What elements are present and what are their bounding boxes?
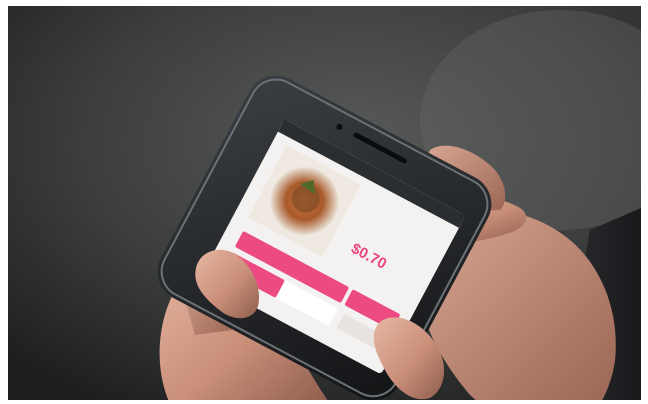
phone-in-hand-photo bbox=[0, 0, 648, 404]
image-border-left bbox=[0, 0, 8, 404]
photo-frame: $0.70 bbox=[0, 0, 648, 404]
image-border-top bbox=[0, 0, 648, 6]
image-border-right bbox=[641, 0, 648, 404]
image-border-bottom bbox=[0, 400, 648, 404]
